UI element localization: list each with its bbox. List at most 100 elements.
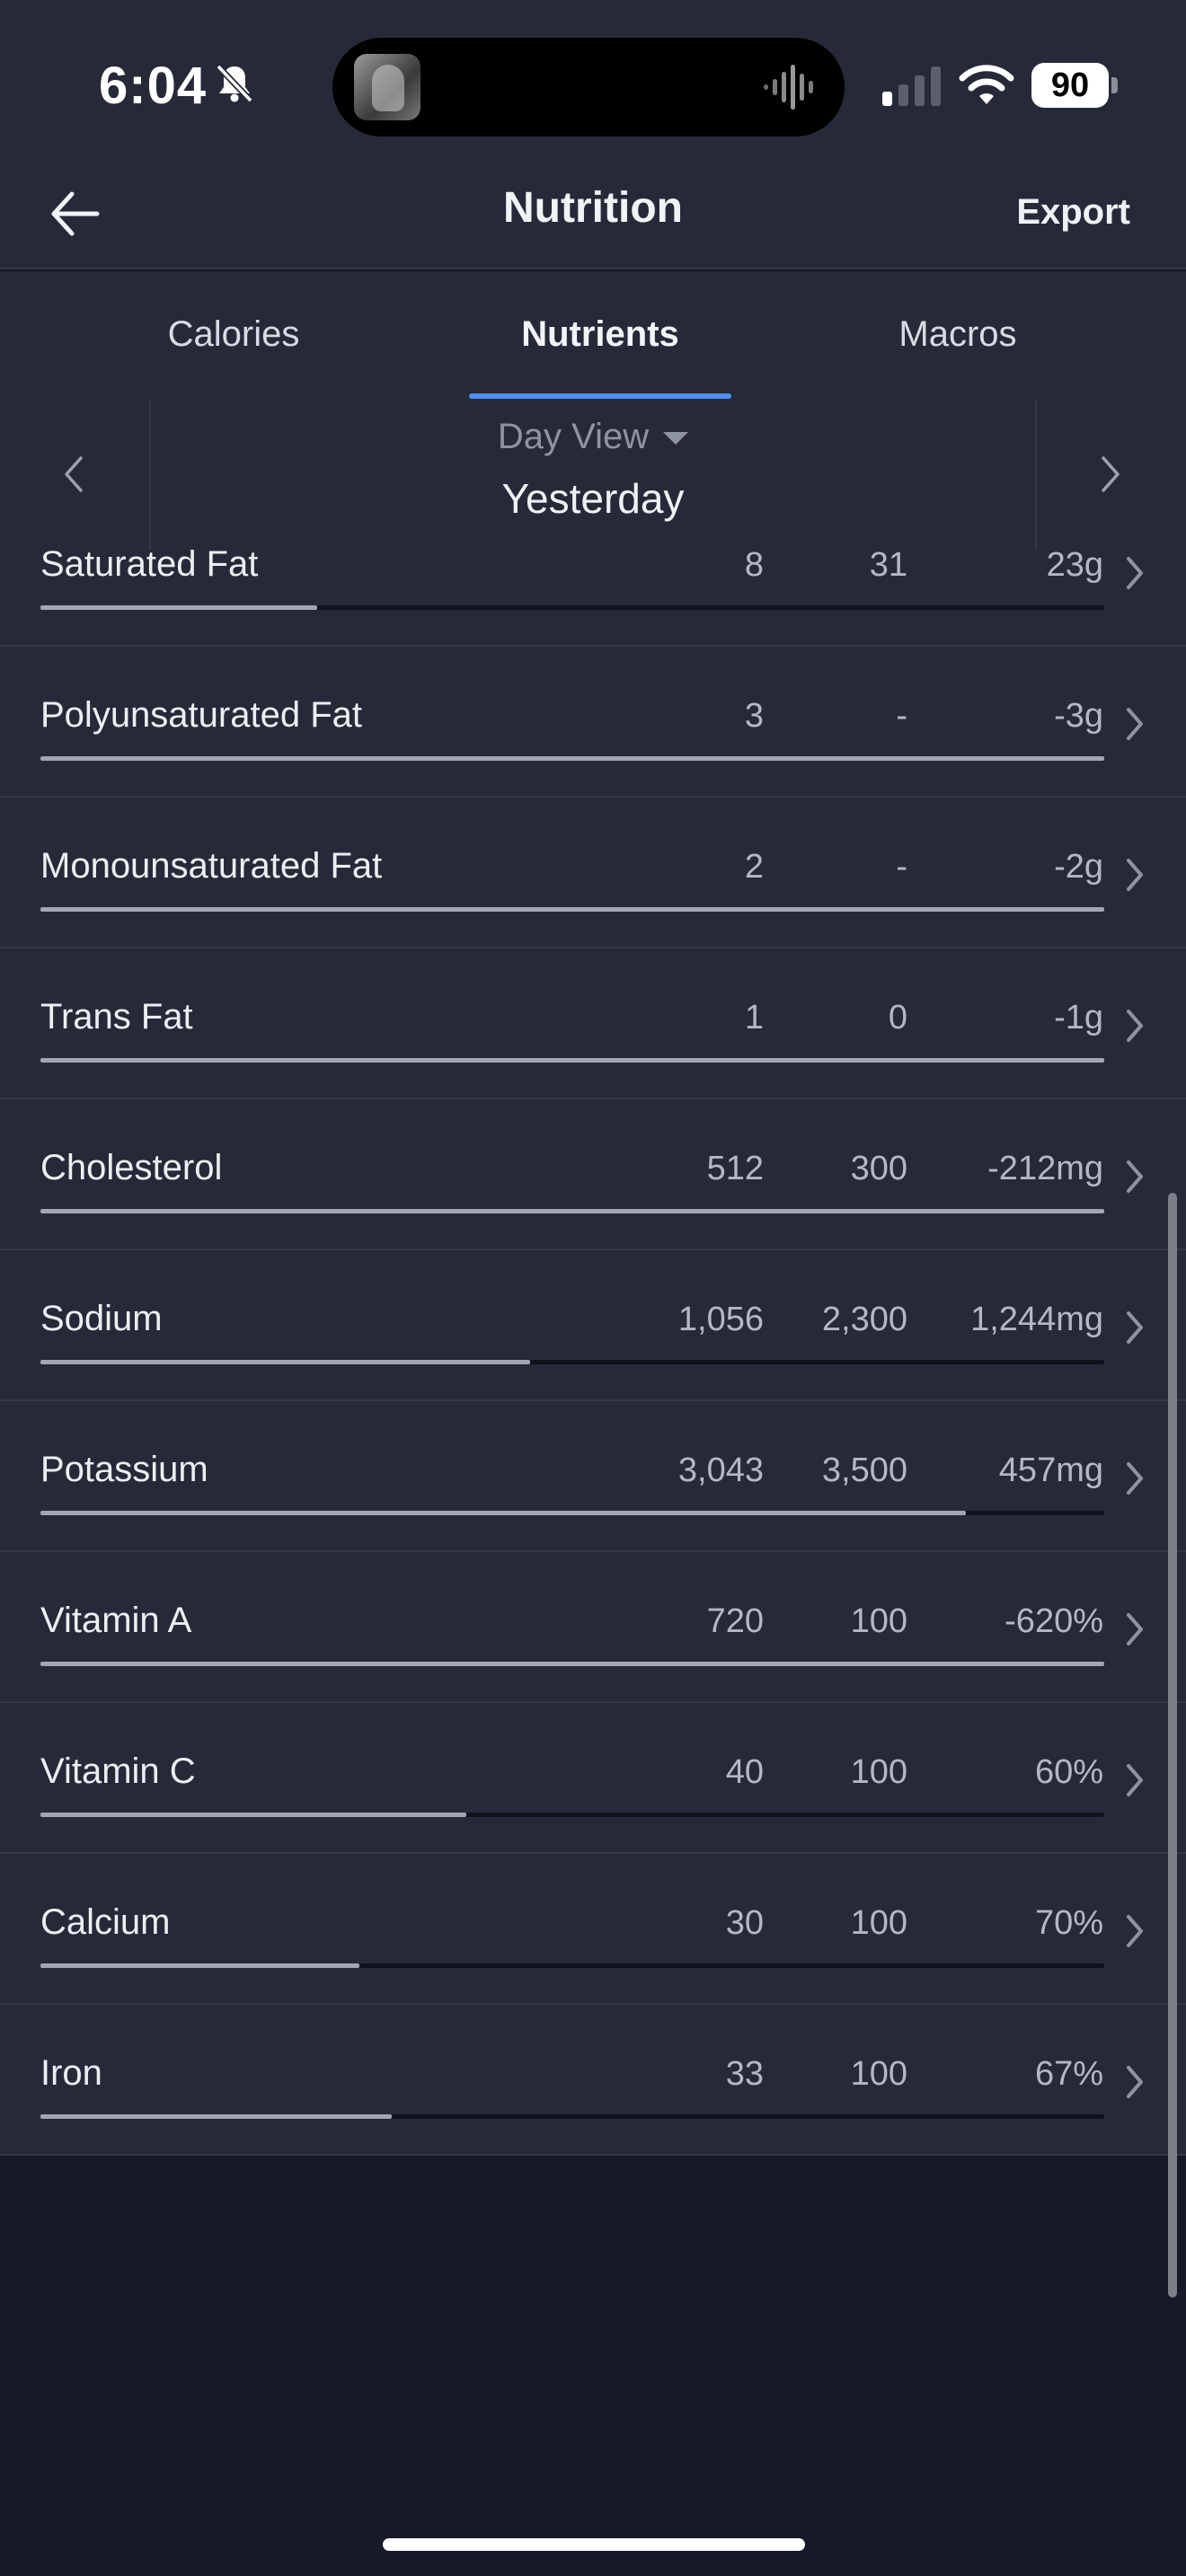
nutrient-goal: 100 — [850, 2055, 907, 2093]
nutrient-list[interactable]: Saturated Fat 8 31 23g Polyunsaturated Fat 3 -… — [0, 496, 1186, 2156]
chevron-right-icon — [1127, 1311, 1143, 1344]
progress-bar — [40, 1963, 1104, 1968]
nutrient-row[interactable]: Potassium 3,043 3,500 457mg — [0, 1401, 1186, 1552]
nutrient-row[interactable]: Trans Fat 1 0 -1g — [0, 948, 1186, 1099]
battery-tip — [1111, 77, 1118, 93]
progress-bar-fill — [40, 1209, 1104, 1213]
nutrient-row[interactable]: Cholesterol 512 300 -212mg — [0, 1099, 1186, 1250]
nutrient-goal: 300 — [850, 1150, 907, 1187]
chevron-right-icon — [1127, 557, 1143, 589]
nutrient-total: 512 — [706, 1150, 764, 1187]
nutrient-left: 67% — [1034, 2055, 1103, 2093]
nutrient-goal: 100 — [850, 1904, 907, 1942]
nutrient-name: Monounsaturated Fat — [40, 846, 383, 886]
progress-bar — [40, 605, 1104, 610]
nutrient-goal: 2,300 — [821, 1301, 907, 1338]
nutrient-goal: 100 — [850, 1602, 907, 1640]
chevron-right-icon — [1102, 456, 1120, 492]
nutrient-name: Iron — [40, 2053, 102, 2093]
nutrient-goal: 0 — [888, 999, 907, 1037]
progress-bar — [40, 1360, 1104, 1364]
nutrient-goal: - — [896, 848, 907, 886]
home-indicator[interactable] — [383, 2538, 805, 2551]
scrollbar[interactable] — [1168, 1193, 1177, 2298]
tab-nutrients[interactable]: Nutrients — [465, 271, 735, 399]
progress-bar-fill — [40, 605, 317, 610]
tab-bar: Calories Nutrients Macros — [0, 271, 1186, 399]
next-day-button[interactable] — [1035, 399, 1186, 550]
selected-day-label: Yesterday — [501, 475, 685, 522]
progress-bar-fill — [40, 1963, 360, 1968]
chevron-right-icon — [1127, 1915, 1143, 1947]
nutrient-name: Calcium — [40, 1902, 171, 1942]
progress-bar-fill — [40, 756, 1104, 761]
nutrient-name: Trans Fat — [40, 997, 193, 1037]
chevron-right-icon — [1127, 1462, 1143, 1495]
nutrient-total: 2 — [744, 848, 764, 886]
export-button[interactable]: Export — [1016, 192, 1130, 233]
nutrient-left: 457mg — [998, 1451, 1103, 1489]
nutrient-total: 720 — [706, 1602, 764, 1640]
chevron-right-icon — [1127, 859, 1143, 891]
chevron-right-icon — [1127, 1010, 1143, 1042]
chevron-right-icon — [1127, 708, 1143, 740]
nutrient-total: 1 — [744, 999, 764, 1037]
battery-level: 90 — [1031, 63, 1109, 108]
nutrient-left: -3g — [1054, 697, 1103, 735]
nutrient-total: 3 — [744, 697, 764, 735]
nutrient-left: 23g — [1046, 546, 1103, 584]
nutrient-total: 30 — [725, 1904, 764, 1942]
progress-bar-fill — [40, 1511, 967, 1515]
progress-bar — [40, 1058, 1104, 1063]
nutrient-name: Saturated Fat — [40, 544, 259, 584]
progress-bar — [40, 756, 1104, 761]
tab-calories[interactable]: Calories — [99, 271, 368, 399]
nutrient-total: 33 — [725, 2055, 764, 2093]
album-art-icon[interactable] — [354, 54, 420, 120]
nutrient-total: 40 — [725, 1753, 764, 1791]
day-view-dropdown[interactable]: Day View — [0, 417, 1186, 457]
nutrient-row[interactable]: Polyunsaturated Fat 3 - -3g — [0, 647, 1186, 798]
progress-bar-fill — [40, 1813, 466, 1817]
progress-bar — [40, 1511, 1104, 1515]
progress-bar-fill — [40, 1058, 1104, 1063]
nutrient-goal: 100 — [850, 1753, 907, 1791]
page-title: Nutrition — [503, 184, 683, 232]
nutrient-row[interactable]: Calcium 30 100 70% — [0, 1854, 1186, 2005]
nutrient-left: 1,244mg — [970, 1301, 1103, 1338]
navigation-bar: Nutrition Export — [0, 162, 1186, 269]
nutrient-left: -2g — [1054, 848, 1103, 886]
progress-bar — [40, 2114, 1104, 2119]
progress-bar — [40, 907, 1104, 912]
audio-waveform-icon — [764, 65, 813, 110]
nutrient-total: 8 — [744, 546, 764, 584]
progress-bar-fill — [40, 1360, 530, 1364]
chevron-right-icon — [1127, 1160, 1143, 1193]
status-bar: 6:04 90 — [0, 0, 1186, 162]
progress-bar — [40, 1209, 1104, 1213]
nutrient-row[interactable]: Iron 33 100 67% — [0, 2005, 1186, 2156]
nutrient-row[interactable]: Vitamin C 40 100 60% — [0, 1703, 1186, 1854]
chevron-right-icon — [1127, 1613, 1143, 1645]
progress-bar-fill — [40, 907, 1104, 912]
status-time: 6:04 — [99, 57, 208, 115]
nutrient-name: Sodium — [40, 1299, 163, 1338]
nutrient-goal: 3,500 — [821, 1451, 907, 1489]
nutrient-row[interactable]: Monounsaturated Fat 2 - -2g — [0, 798, 1186, 948]
progress-bar — [40, 1813, 1104, 1817]
day-selector: Day View Yesterday — [0, 399, 1186, 550]
nutrient-name: Cholesterol — [40, 1148, 223, 1187]
chevron-right-icon — [1127, 2066, 1143, 2098]
battery-icon: 90 — [1031, 63, 1118, 108]
tab-macros[interactable]: Macros — [823, 271, 1093, 399]
nutrient-name: Potassium — [40, 1450, 208, 1489]
nutrient-name: Vitamin C — [40, 1751, 196, 1791]
wifi-icon — [959, 65, 1014, 104]
nutrient-name: Polyunsaturated Fat — [40, 695, 362, 735]
progress-bar-fill — [40, 1662, 1104, 1666]
nutrient-name: Vitamin A — [40, 1601, 192, 1640]
dynamic-island[interactable] — [332, 38, 845, 137]
nutrient-row[interactable]: Sodium 1,056 2,300 1,244mg — [0, 1250, 1186, 1401]
nutrient-total: 3,043 — [677, 1451, 764, 1489]
nutrient-row[interactable]: Vitamin A 720 100 -620% — [0, 1552, 1186, 1703]
